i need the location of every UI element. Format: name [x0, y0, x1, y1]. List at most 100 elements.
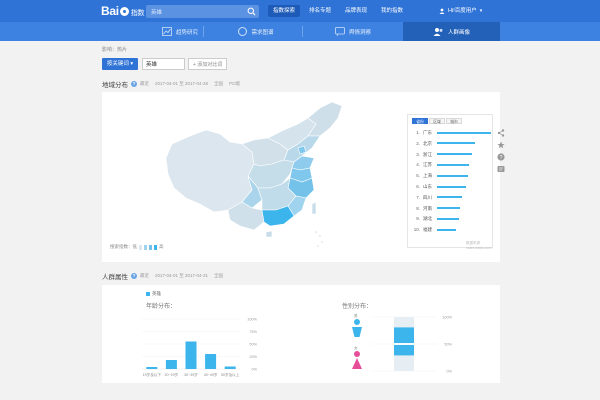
range-recent[interactable]: 最近 — [140, 273, 149, 279]
gender-category-label: 女 — [354, 345, 358, 350]
range-area[interactable]: 全国 — [214, 81, 223, 87]
range-dates[interactable]: 2017-04-01 至 2017-04-28 — [155, 81, 208, 87]
ranking-row[interactable]: 7. 四川 — [412, 194, 492, 203]
ranking-row[interactable]: 4. 江苏 — [412, 161, 492, 170]
map-region-west[interactable] — [165, 129, 255, 213]
gender-category-label: 男 — [354, 313, 358, 318]
ranking-number: 4. — [416, 162, 420, 168]
demand-graph-icon — [238, 27, 248, 36]
search-input[interactable] — [146, 5, 246, 18]
keyword-type-button[interactable]: 按关键词 ▾ — [102, 58, 138, 70]
y-tick-label: 50% — [444, 343, 452, 347]
map-region-hainan[interactable] — [265, 230, 273, 238]
trend-icon — [162, 27, 172, 36]
tab-demand-label: 需求图谱 — [251, 29, 274, 36]
ranking-province-name: 江苏 — [423, 162, 432, 168]
ranking-number: 1. — [416, 130, 420, 135]
help-icon[interactable]: ? — [131, 81, 137, 87]
svg-text:?: ? — [499, 155, 502, 161]
legend-cell — [149, 244, 152, 250]
x-tick-label: 40~49岁 — [204, 372, 218, 377]
user-name: Hi!百度用户 — [448, 8, 477, 14]
series-legend: 英雄 — [146, 291, 161, 297]
ranking-province-name: 广东 — [423, 130, 432, 135]
gender-bar-female — [394, 345, 414, 356]
nav-ranking[interactable]: 排名专题 — [304, 5, 336, 17]
tab-crowd-portrait[interactable]: 人群画像 — [403, 22, 500, 41]
gender-distribution-title: 性别分布： — [342, 304, 373, 310]
ranking-bar — [437, 131, 491, 134]
crowd-range: 最近 2017-04-01 至 2017-04-31 全国 — [140, 273, 223, 279]
breadcrumb: 影响：热片 — [102, 47, 128, 53]
ranking-province-name: 湖北 — [423, 216, 432, 222]
add-compare-button[interactable]: + 添加对比词 — [188, 58, 228, 70]
search-icon[interactable] — [247, 7, 256, 16]
tab-city[interactable]: 城市 — [446, 118, 462, 124]
region-section-title: 地域分布 — [102, 82, 128, 89]
age-distribution-chart: 100% 75% 50% 25% 0% 19岁及以下 20~29岁 30~39岁 40~49岁 5… — [142, 318, 258, 377]
range-recent[interactable]: 最近 — [140, 81, 149, 87]
nav-index-explore[interactable]: 指数探索 — [268, 5, 301, 17]
tab-demand[interactable]: 需求图谱 — [226, 22, 286, 41]
y-tick-label: 75% — [249, 330, 257, 334]
ranking-row[interactable]: 5. 上海 — [412, 172, 492, 181]
ranking-number: 9. — [416, 216, 420, 222]
ranking-row[interactable]: 2. 北京 — [412, 140, 492, 149]
sentiment-icon — [335, 27, 345, 36]
ranking-row[interactable]: 6. 山东 — [412, 183, 492, 192]
ranking-province-name: 福建 — [423, 227, 432, 233]
ranking-row[interactable]: 3. 浙江 — [412, 151, 492, 160]
ranking-number: 5. — [416, 173, 420, 179]
tab-trend[interactable]: 趋势研究 — [150, 22, 210, 41]
ranking-row[interactable]: 9. 湖北 — [412, 215, 492, 224]
feedback-icon[interactable] — [496, 164, 505, 173]
ranking-number: 7. — [416, 194, 420, 200]
tab-province[interactable]: 省份 — [412, 118, 428, 124]
age-bar — [205, 354, 217, 369]
tab-area[interactable]: 区域 — [429, 118, 445, 124]
china-map[interactable] — [102, 92, 402, 262]
ranking-number: 10. — [413, 227, 420, 233]
baidu-index-logo[interactable]: Bai 指数 — [101, 4, 144, 18]
help-icon[interactable]: ? — [131, 273, 137, 279]
ranking-province-name: 浙江 — [423, 151, 432, 157]
nav-my-index[interactable]: 我的指数 — [376, 5, 408, 17]
ranking-number: 3. — [416, 151, 420, 157]
divider — [203, 26, 204, 37]
share-icon[interactable] — [496, 128, 505, 137]
map-region-taiwan[interactable] — [311, 201, 317, 215]
x-tick-label: 50岁及以上 — [221, 372, 240, 377]
ranking-number: 2. — [416, 140, 420, 146]
x-tick-label: 19岁及以下 — [143, 372, 162, 377]
question-icon[interactable]: ? — [496, 152, 505, 161]
crowd-icon — [433, 28, 443, 36]
ranking-bar — [437, 163, 470, 166]
age-bar — [146, 367, 158, 369]
y-tick-label: 100% — [442, 316, 452, 320]
crowd-section-title: 人群属性 — [102, 274, 128, 281]
ranking-row[interactable]: 10. 福建 — [412, 226, 492, 235]
range-dates[interactable]: 2017-04-01 至 2017-04-31 — [155, 273, 208, 279]
series-legend-label: 英雄 — [152, 291, 161, 296]
female-icon — [352, 351, 362, 369]
ranking-number: 8. — [416, 205, 420, 211]
user-menu[interactable]: Hi!百度用户 ▾ — [439, 5, 482, 17]
x-tick-label: 30~39岁 — [184, 372, 198, 377]
ranking-row[interactable]: 8. 河南 — [412, 205, 492, 214]
age-bar — [224, 366, 236, 369]
range-area[interactable]: 全国 — [214, 273, 223, 279]
map-region-northeast[interactable] — [307, 101, 343, 137]
keyword-input[interactable] — [142, 58, 185, 70]
star-icon[interactable] — [496, 140, 505, 149]
ranking-bar — [437, 228, 457, 231]
x-tick-label: 20~29岁 — [165, 372, 179, 377]
nav-brand[interactable]: 品牌表现 — [340, 5, 372, 17]
gender-bar-male — [394, 327, 414, 343]
logo-sub: 指数 — [130, 10, 145, 17]
legend-cell — [154, 244, 157, 250]
tab-crowd-label: 人群画像 — [447, 29, 470, 36]
region-ranking-panel: 省份 区域 城市 1. 广东 2. 北京 3. 浙江 4. 江苏 5. 上海 6. 山东 7. 四川 8. 河… — [407, 114, 493, 250]
tab-sentiment[interactable]: 舆情洞察 — [320, 22, 386, 41]
ranking-row[interactable]: 1. 广东 — [412, 129, 492, 138]
range-device[interactable]: PC端 — [229, 81, 240, 87]
